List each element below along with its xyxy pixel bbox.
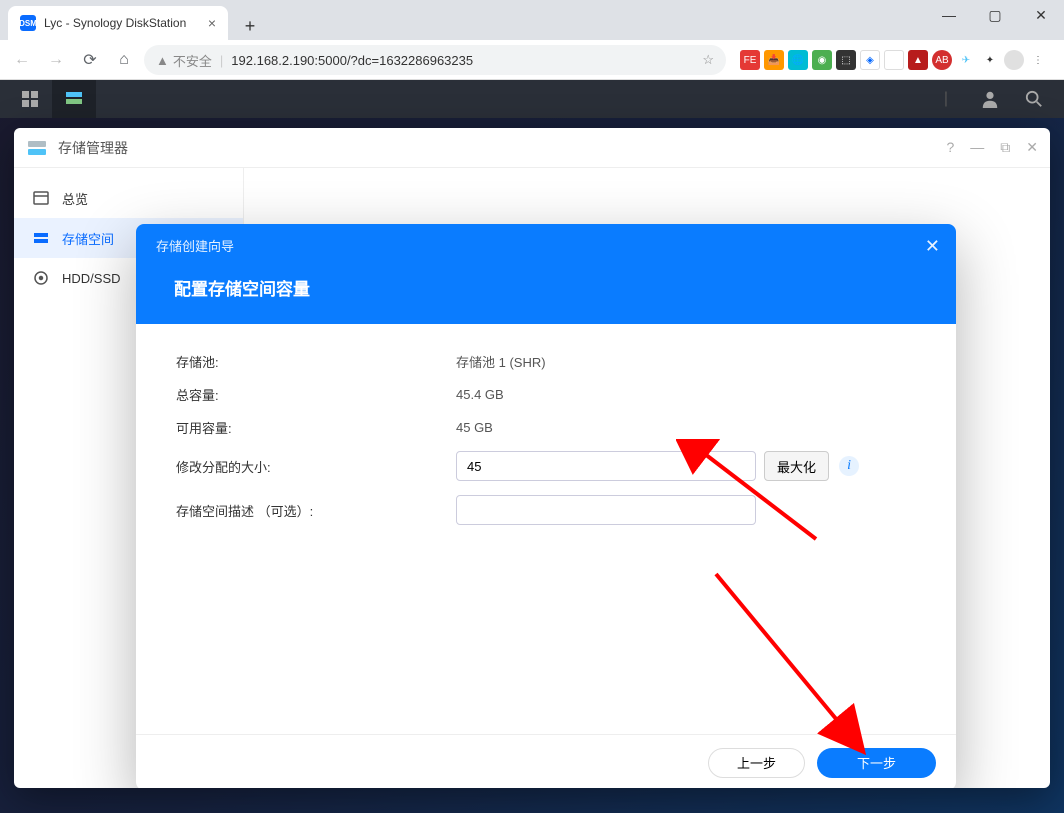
ext-icon[interactable]: ⬚	[836, 50, 856, 70]
ext-icon[interactable]: ◉	[812, 50, 832, 70]
ext-icon[interactable]: ◈	[860, 50, 880, 70]
wizard-footer: 上一步 下一步	[136, 734, 956, 788]
puzzle-icon[interactable]: ✦	[980, 50, 1000, 70]
user-icon[interactable]	[968, 80, 1012, 118]
available-capacity-value: 45 GB	[456, 420, 916, 435]
profile-icon[interactable]	[1004, 50, 1024, 70]
address-bar: ← → ⟳ ⌂ ▲ 不安全 | 192.168.2.190:5000/?dc=1…	[0, 40, 1064, 80]
close-icon[interactable]: ✕	[1026, 139, 1038, 156]
close-icon[interactable]: ✕	[925, 236, 940, 257]
browser-tab[interactable]: DSM Lyc - Synology DiskStation ×	[8, 6, 228, 40]
allocated-size-label: 修改分配的大小:	[176, 457, 456, 476]
ext-icon[interactable]: 📥	[764, 50, 784, 70]
description-label: 存储空间描述 （可选）:	[176, 501, 456, 520]
app-window-controls: ? — ⧉ ✕	[946, 139, 1038, 156]
wizard-title: 配置存储空间容量	[174, 275, 936, 300]
total-capacity-label: 总容量:	[176, 385, 456, 404]
app-icon	[26, 137, 48, 159]
allocated-size-input[interactable]	[456, 451, 756, 481]
available-capacity-label: 可用容量:	[176, 418, 456, 437]
tab-bar: DSM Lyc - Synology DiskStation × + — ▢ ✕	[0, 0, 1064, 40]
minimize-icon[interactable]: —	[970, 139, 984, 156]
window-controls: — ▢ ✕	[926, 0, 1064, 30]
pool-label: 存储池:	[176, 352, 456, 371]
ext-icon[interactable]: 🌐	[788, 50, 808, 70]
menu-icon[interactable]: ⋮	[1028, 50, 1048, 70]
back-button[interactable]: 上一步	[708, 748, 805, 778]
maximize-icon[interactable]: ⧉	[1000, 139, 1010, 156]
wizard-breadcrumb: 存储创建向导	[156, 236, 936, 255]
tab-title: Lyc - Synology DiskStation	[44, 16, 186, 30]
dsm-desktop: | 存储管理器 ? — ⧉ ✕	[0, 80, 1064, 813]
description-input[interactable]	[456, 495, 756, 525]
url-input[interactable]: ▲ 不安全 | 192.168.2.190:5000/?dc=163228696…	[144, 45, 726, 75]
app-title: 存储管理器	[58, 138, 128, 158]
divider: |	[924, 80, 968, 118]
ext-icon[interactable]: ✈	[956, 50, 976, 70]
back-icon[interactable]: ←	[8, 46, 36, 74]
search-icon[interactable]	[1012, 80, 1056, 118]
browser-chrome: DSM Lyc - Synology DiskStation × + — ▢ ✕…	[0, 0, 1064, 80]
sidebar-item-overview[interactable]: 总览	[14, 178, 243, 218]
home-icon[interactable]: ⌂	[110, 46, 138, 74]
extensions-bar: FE 📥 🌐 ◉ ⬚ ◈ 🖼 ▲ AB ✈ ✦ ⋮	[732, 50, 1056, 70]
storage-wizard-dialog: 存储创建向导 ✕ 配置存储空间容量 存储池: 存储池 1 (SHR) 总容量: …	[136, 224, 956, 788]
close-icon[interactable]: ✕	[1018, 0, 1064, 30]
ext-icon[interactable]: ▲	[908, 50, 928, 70]
overview-icon	[32, 189, 50, 207]
maximize-button[interactable]: 最大化	[764, 451, 829, 481]
app-body: 总览 存储空间 HDD/SSD 存储创建向导	[14, 168, 1050, 788]
forward-icon[interactable]: →	[42, 46, 70, 74]
dashboard-icon[interactable]	[8, 80, 52, 118]
reload-icon[interactable]: ⟳	[76, 46, 104, 74]
security-warning-icon: ▲ 不安全	[156, 51, 212, 70]
star-icon[interactable]: ☆	[702, 52, 714, 68]
next-button[interactable]: 下一步	[817, 748, 936, 778]
storage-manager-window: 存储管理器 ? — ⧉ ✕ 总览 存储空	[14, 128, 1050, 788]
storage-manager-taskbar-icon[interactable]	[52, 80, 96, 118]
sidebar-item-label: HDD/SSD	[62, 271, 121, 286]
help-icon[interactable]: ?	[946, 139, 954, 156]
volume-icon	[32, 229, 50, 247]
ext-icon[interactable]: 🖼	[884, 50, 904, 70]
total-capacity-value: 45.4 GB	[456, 387, 916, 402]
sidebar-item-label: 存储空间	[62, 229, 114, 248]
maximize-icon[interactable]: ▢	[972, 0, 1018, 30]
minimize-icon[interactable]: —	[926, 0, 972, 30]
url-text: 192.168.2.190:5000/?dc=1632286963235	[231, 53, 694, 68]
new-tab-button[interactable]: +	[236, 12, 264, 40]
wizard-header: 存储创建向导 ✕ 配置存储空间容量	[136, 224, 956, 324]
app-titlebar: 存储管理器 ? — ⧉ ✕	[14, 128, 1050, 168]
disk-icon	[32, 269, 50, 287]
pool-value: 存储池 1 (SHR)	[456, 352, 916, 371]
info-icon[interactable]: i	[839, 456, 859, 476]
dsm-taskbar: |	[0, 80, 1064, 118]
ext-icon[interactable]: FE	[740, 50, 760, 70]
tab-favicon-icon: DSM	[20, 15, 36, 31]
wizard-body: 存储池: 存储池 1 (SHR) 总容量: 45.4 GB 可用容量: 45 G…	[136, 324, 956, 734]
ext-icon[interactable]: AB	[932, 50, 952, 70]
sidebar-item-label: 总览	[62, 189, 88, 208]
close-tab-icon[interactable]: ×	[208, 15, 216, 31]
